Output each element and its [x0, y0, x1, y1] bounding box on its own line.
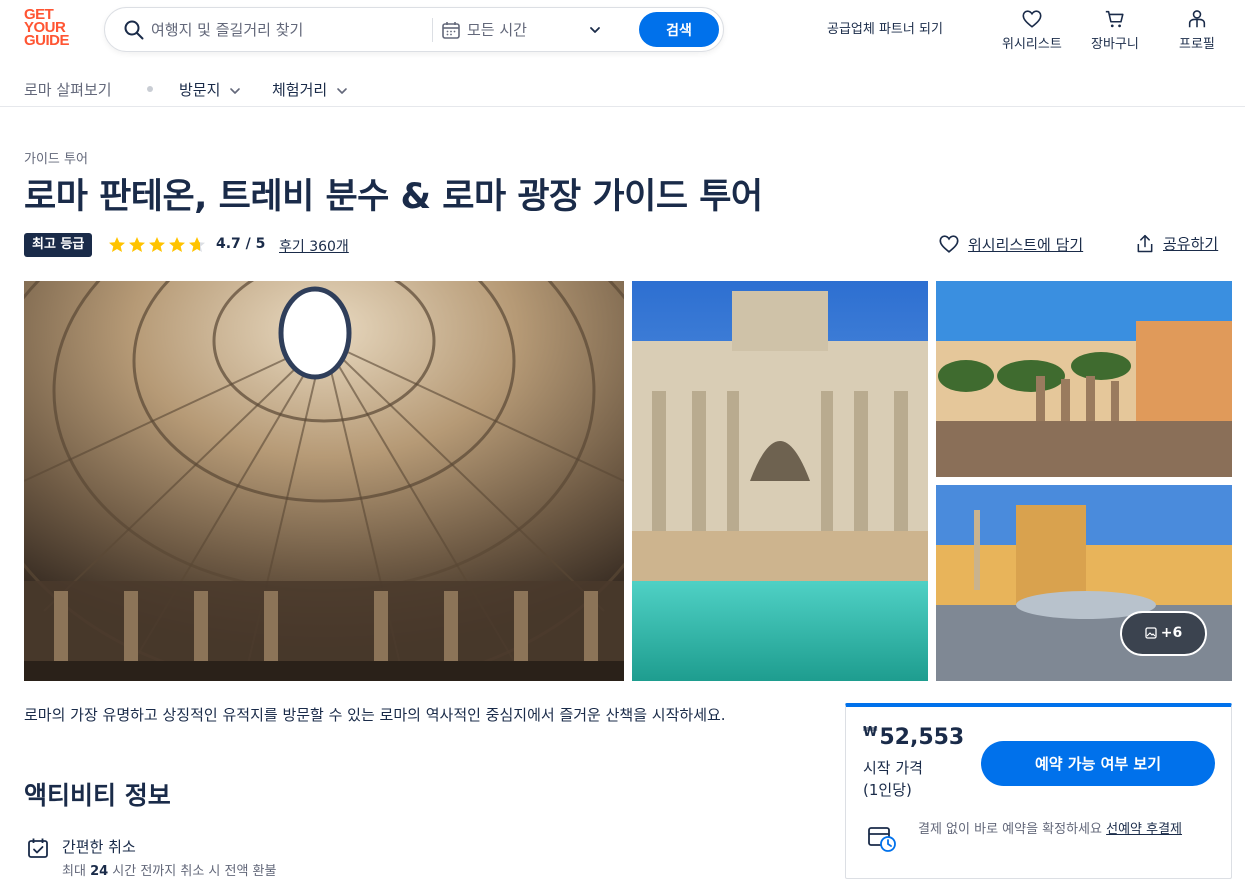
star-icon: [189, 237, 205, 252]
star-icon: [109, 237, 125, 252]
cart-label: 장바구니: [1091, 37, 1139, 52]
explore-rome-link[interactable]: 로마 살펴보기: [24, 79, 112, 100]
top-header: GET YOUR GUIDE 모든 시간 검색 공급업체 파트너 되기 위시리스…: [0, 0, 1245, 66]
image-icon: [1145, 627, 1157, 639]
currency-symbol: ₩: [863, 725, 878, 740]
reviews-link[interactable]: 후기 360개: [279, 236, 349, 256]
date-picker[interactable]: 모든 시간: [467, 19, 527, 40]
add-to-wishlist-button[interactable]: 위시리스트에 담기: [938, 233, 1083, 255]
sub-navigation: 로마 살펴보기 방문지 체험거리: [0, 72, 1245, 107]
cart-nav[interactable]: 장바구니: [1091, 8, 1139, 52]
profile-nav[interactable]: 프로필: [1179, 8, 1215, 52]
search-input[interactable]: [151, 18, 421, 42]
activity-info-heading: 액티비티 정보: [24, 781, 171, 810]
search-icon: [124, 20, 144, 40]
per-person-label: (1인당): [863, 781, 912, 799]
more-photos-count: +6: [1160, 625, 1183, 641]
price: ₩52,553: [863, 725, 964, 750]
price-amount: 52,553: [879, 725, 965, 750]
cancellation-text-pre: 최대: [62, 864, 91, 879]
wishlist-label: 위시리스트: [1002, 37, 1062, 52]
star-icon: [129, 237, 145, 252]
trevi-fountain-photo[interactable]: [632, 281, 928, 681]
star-icon: [169, 237, 185, 252]
profile-icon: [1188, 10, 1206, 28]
share-button[interactable]: 공유하기: [1135, 233, 1218, 254]
reserve-text: 결제 없이 바로 예약을 확정하세요: [918, 822, 1107, 837]
cancellation-hours: 24: [90, 864, 109, 879]
free-cancellation-detail: 최대 24 시간 전까지 취소 시 전액 환불: [62, 860, 276, 879]
experiences-dropdown[interactable]: 체험거리: [272, 79, 348, 100]
chevron-down-icon[interactable]: [588, 23, 602, 37]
pantheon-dome-photo[interactable]: [24, 281, 624, 681]
cart-icon: [1105, 10, 1124, 28]
calendar-check-icon: [28, 838, 48, 858]
heart-icon: [1022, 10, 1042, 28]
share-icon: [1137, 234, 1153, 252]
search-bar: 모든 시간 검색: [104, 7, 724, 52]
free-cancellation-title: 간편한 취소: [62, 838, 136, 856]
wishlist-action-label: 위시리스트에 담기: [968, 235, 1084, 254]
price-from-label: 시작 가격: [863, 759, 923, 777]
rating-value: 4.7 / 5: [216, 236, 266, 252]
search-divider: [432, 18, 433, 42]
calendar-icon: [442, 22, 460, 39]
reserve-now-pay-later-link[interactable]: 선예약 후결제: [1106, 822, 1182, 837]
booking-card: ₩52,553 시작 가격 (1인당) 예약 가능 여부 보기 결제 없이 바로…: [845, 703, 1232, 879]
places-dropdown[interactable]: 방문지: [179, 79, 241, 100]
roman-forum-photo[interactable]: [936, 281, 1232, 477]
getyourguide-logo[interactable]: GET YOUR GUIDE: [24, 7, 82, 49]
cancellation-text-post: 시간 전까지 취소 시 전액 환불: [108, 864, 277, 879]
share-action-label: 공유하기: [1163, 235, 1219, 253]
activity-category: 가이드 투어: [24, 152, 88, 167]
rating-stars: [109, 237, 205, 252]
page-title: 로마 판테온, 트레비 분수 & 로마 광장 가이드 투어: [24, 177, 763, 217]
logo-line-3: GUIDE: [24, 32, 70, 49]
top-rated-badge: 최고 등급: [24, 233, 93, 257]
chevron-down-icon: [337, 87, 347, 94]
check-availability-button[interactable]: 예약 가능 여부 보기: [981, 741, 1215, 786]
wishlist-nav[interactable]: 위시리스트: [1002, 8, 1062, 52]
activity-description: 로마의 가장 유명하고 상징적인 유적지를 방문할 수 있는 로마의 역사적인 …: [24, 706, 726, 724]
star-icon: [149, 237, 165, 252]
partner-link[interactable]: 공급업체 파트너 되기: [827, 18, 943, 37]
experiences-label: 체험거리: [272, 81, 328, 99]
profile-label: 프로필: [1179, 37, 1215, 52]
separator-dot: [147, 86, 153, 92]
search-button[interactable]: 검색: [639, 12, 719, 47]
more-photos-button[interactable]: +6: [1120, 611, 1207, 656]
chevron-down-icon: [230, 87, 240, 94]
places-label: 방문지: [179, 81, 221, 99]
reserve-info: 결제 없이 바로 예약을 확정하세요 선예약 후결제: [918, 819, 1218, 840]
reserve-now-pay-later-icon: [868, 827, 896, 852]
heart-icon: [939, 235, 959, 253]
